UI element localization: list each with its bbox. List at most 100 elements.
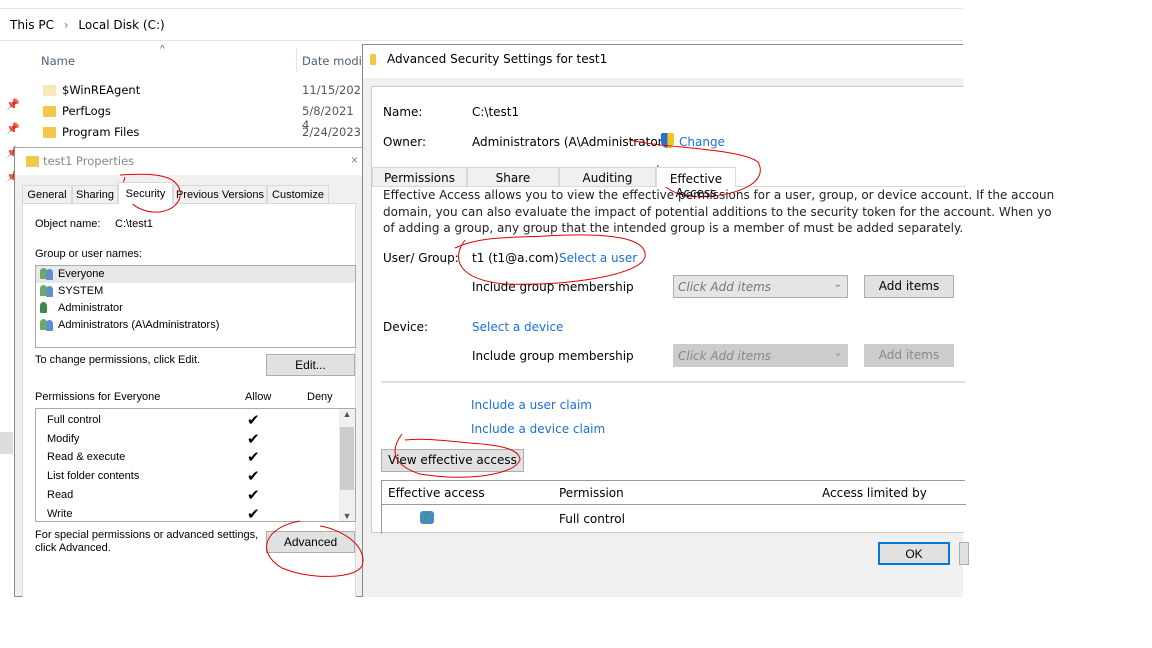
tab-customize[interactable]: Customize — [267, 185, 329, 203]
chevron-down-icon: ⌄ — [833, 348, 842, 359]
edit-button[interactable]: Edit... — [266, 354, 355, 376]
permissions-list: Full control ✔ Modify ✔ Read & execute ✔ List … — [35, 408, 356, 522]
permission-row: List folder contents ✔ — [36, 468, 336, 486]
tab-sharing[interactable]: Sharing — [72, 185, 118, 203]
file-date: 11/15/2023 — [302, 83, 369, 97]
owner-value: Administrators (A\Administrators) — [472, 135, 674, 149]
include-device-claim-link[interactable]: Include a device claim — [471, 422, 605, 436]
title-bar: Advanced Security Settings for test1 — [363, 45, 964, 78]
close-icon[interactable]: × — [351, 153, 358, 167]
group-name: Everyone — [58, 268, 105, 280]
group-icon — [40, 319, 55, 332]
allow-check-icon: ✔ — [247, 430, 260, 448]
breadcrumb-local-disk[interactable]: Local Disk (C:) — [78, 18, 164, 32]
permission-row: Read & execute ✔ — [36, 449, 336, 467]
scrollbar[interactable] — [0, 432, 13, 454]
user-group-value: t1 (t1@a.com) — [472, 251, 559, 265]
description-line: domain, you can also evaluate the impact… — [383, 204, 1052, 219]
select-user-link[interactable]: Select a user — [559, 251, 637, 265]
deny-header: Deny — [307, 391, 333, 403]
add-items-button-disabled: Add items — [864, 344, 954, 367]
tab-permissions[interactable]: Permissions — [372, 167, 467, 186]
allow-check-icon: ✔ — [247, 486, 260, 504]
background — [0, 597, 963, 648]
cancel-button[interactable] — [959, 542, 969, 565]
add-items-button[interactable]: Add items — [864, 275, 954, 298]
permission-name: Read — [47, 488, 74, 501]
column-access-limited-by[interactable]: Access limited by — [822, 486, 927, 500]
allow-check-icon: ✔ — [247, 468, 260, 486]
divider — [0, 40, 963, 41]
uac-shield-icon — [661, 133, 674, 148]
name-value: C:\test1 — [472, 105, 520, 119]
list-item[interactable]: Administrator — [36, 300, 355, 317]
object-name-value: C:\test1 — [115, 218, 153, 230]
security-panel: Object name: C:\test1 Group or user name… — [22, 203, 356, 598]
view-effective-access-button[interactable]: View effective access — [381, 449, 524, 472]
group-name: Administrator — [58, 302, 123, 314]
list-item[interactable]: SYSTEM — [36, 283, 355, 300]
folder-icon — [43, 106, 56, 117]
divider — [0, 8, 963, 9]
list-item[interactable]: Program Files 2/24/2023 — [42, 124, 362, 142]
folder-icon — [43, 85, 56, 96]
permission-value: Full control — [559, 512, 625, 526]
name-label: Name: — [383, 105, 423, 119]
tab-security[interactable]: Security — [118, 182, 173, 204]
permissions-header: Permissions for Everyone — [35, 391, 161, 403]
scrollbar[interactable]: ▲ ▼ — [339, 409, 355, 521]
include-group-label: Include group membership — [472, 280, 634, 294]
change-owner-link[interactable]: Change — [679, 135, 725, 149]
permission-name: Modify — [47, 432, 80, 445]
allow-check-icon: ✔ — [247, 505, 260, 522]
tab-previous-versions[interactable]: Previous Versions — [173, 185, 267, 203]
access-granted-check-icon: ✓ — [420, 509, 434, 524]
permission-name: List folder contents — [47, 470, 140, 483]
group-icon — [40, 285, 55, 298]
allow-header: Allow — [245, 391, 272, 403]
permission-row: Read ✔ — [36, 487, 336, 505]
tab-share[interactable]: Share — [467, 167, 559, 186]
dialog-title: test1 Properties — [43, 154, 135, 168]
column-name[interactable]: Name — [41, 54, 75, 68]
sort-up-icon: ^ — [160, 44, 165, 55]
list-item[interactable]: Administrators (A\Administrators) — [36, 317, 355, 334]
user-icon — [40, 302, 55, 314]
tab-effective-access[interactable]: Effective Access — [656, 167, 736, 200]
ok-button[interactable]: OK — [878, 542, 950, 565]
dropdown-placeholder: Click Add items — [678, 280, 772, 294]
group-list[interactable]: Everyone SYSTEM Administrator Administra… — [35, 265, 356, 348]
list-item[interactable]: PerfLogs 5/8/2021 4 — [42, 103, 362, 132]
permission-row: Modify ✔ — [36, 431, 336, 449]
folder-icon — [370, 54, 376, 65]
table-header: Effective access Permission Access limit… — [382, 481, 966, 505]
scroll-up-icon[interactable]: ▲ — [339, 409, 355, 419]
column-effective-access[interactable]: Effective access — [388, 486, 485, 500]
user-group-dropdown[interactable]: Click Add items ⌄ — [673, 275, 848, 298]
list-item[interactable]: Everyone — [36, 266, 355, 283]
column-permission[interactable]: Permission — [559, 486, 624, 500]
pin-icon[interactable]: 📌 — [6, 117, 20, 141]
title-bar: test1 Properties × — [15, 148, 362, 175]
tab-general[interactable]: General — [22, 185, 72, 203]
permission-name: Full control — [47, 414, 101, 426]
include-user-claim-link[interactable]: Include a user claim — [471, 398, 592, 412]
breadcrumb: This PC › Local Disk (C:) — [10, 18, 165, 32]
chevron-down-icon: ⌄ — [833, 279, 842, 290]
table-row[interactable]: ✓ Full control — [382, 506, 966, 531]
description: Effective Access allows you to view the … — [383, 187, 1054, 237]
scroll-down-icon[interactable]: ▼ — [339, 511, 355, 521]
select-device-link[interactable]: Select a device — [472, 320, 563, 334]
effective-access-table: Effective access Permission Access limit… — [381, 480, 966, 534]
breadcrumb-this-pc[interactable]: This PC — [10, 18, 54, 32]
column-date[interactable]: Date modi — [302, 54, 362, 68]
pin-icon[interactable]: 📌 — [6, 93, 20, 117]
column-divider[interactable] — [296, 48, 297, 72]
allow-check-icon: ✔ — [247, 449, 260, 467]
scrollbar-thumb[interactable] — [340, 427, 354, 490]
advanced-button[interactable]: Advanced — [266, 531, 355, 553]
list-item[interactable]: $WinREAgent 11/15/2023 — [42, 82, 368, 100]
folder-icon — [43, 127, 56, 138]
file-name: PerfLogs — [62, 104, 111, 118]
tab-auditing[interactable]: Auditing — [559, 167, 656, 186]
